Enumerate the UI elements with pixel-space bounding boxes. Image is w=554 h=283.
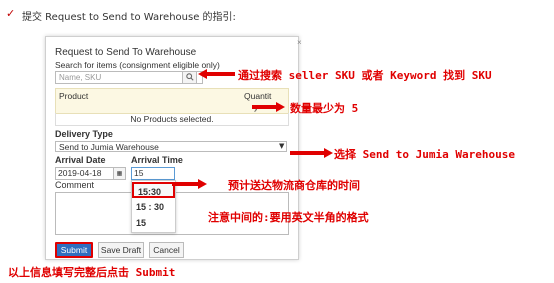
arrival-date-input[interactable]: 2019-04-18 (55, 167, 119, 180)
search-icon[interactable] (182, 71, 197, 84)
arrival-date-label: Arrival Date (55, 155, 106, 165)
time-option[interactable]: 15 : 30 (132, 199, 175, 215)
arrival-time-input[interactable]: 15 (131, 167, 175, 180)
save-draft-button[interactable]: Save Draft (98, 242, 144, 258)
check-icon: ✓ (6, 7, 16, 20)
cancel-button[interactable]: Cancel (149, 242, 184, 258)
instruction-text: 提交 Request to Send to Warehouse 的指引: (22, 12, 236, 23)
search-input[interactable]: Name, SKU (55, 71, 203, 84)
annotation-time-format: 注意中间的:要用英文半角的格式 (208, 211, 369, 224)
products-table-header: Product Quantit y (55, 88, 289, 114)
close-icon[interactable]: × (297, 38, 302, 47)
empty-products-row: No Products selected. (55, 113, 289, 126)
bottom-note: 以上信息填写完整后点击 Submit (8, 266, 176, 279)
arrival-time-label: Arrival Time (131, 155, 183, 165)
column-quantity: Quantit (244, 91, 272, 101)
search-label: Search for items (consignment eligible o… (55, 60, 220, 70)
submit-button[interactable]: Submit (55, 242, 93, 258)
delivery-type-label: Delivery Type (55, 129, 113, 139)
annotation-quantity: 数量最少为 5 (290, 102, 359, 115)
delivery-type-select[interactable]: Send to Jumia Warehouse (55, 141, 287, 152)
annotation-delivery: 选择 Send to Jumia Warehouse (334, 148, 515, 161)
calendar-icon[interactable]: ▦ (113, 167, 126, 180)
time-option[interactable]: 15:30 (132, 182, 175, 198)
time-dropdown: 15:30 15 : 30 15 (131, 180, 176, 233)
annotation-search: 通过搜索 seller SKU 或者 Keyword 找到 SKU (238, 69, 492, 82)
column-product: Product (59, 91, 89, 101)
comment-label: Comment (55, 180, 95, 190)
dialog-title: Request to Send To Warehouse (55, 47, 197, 58)
caret-down-icon: ▼ (279, 142, 285, 150)
time-option[interactable]: 15 (132, 215, 175, 231)
annotation-arrival: 预计送达物流商仓库的时间 (228, 179, 360, 192)
